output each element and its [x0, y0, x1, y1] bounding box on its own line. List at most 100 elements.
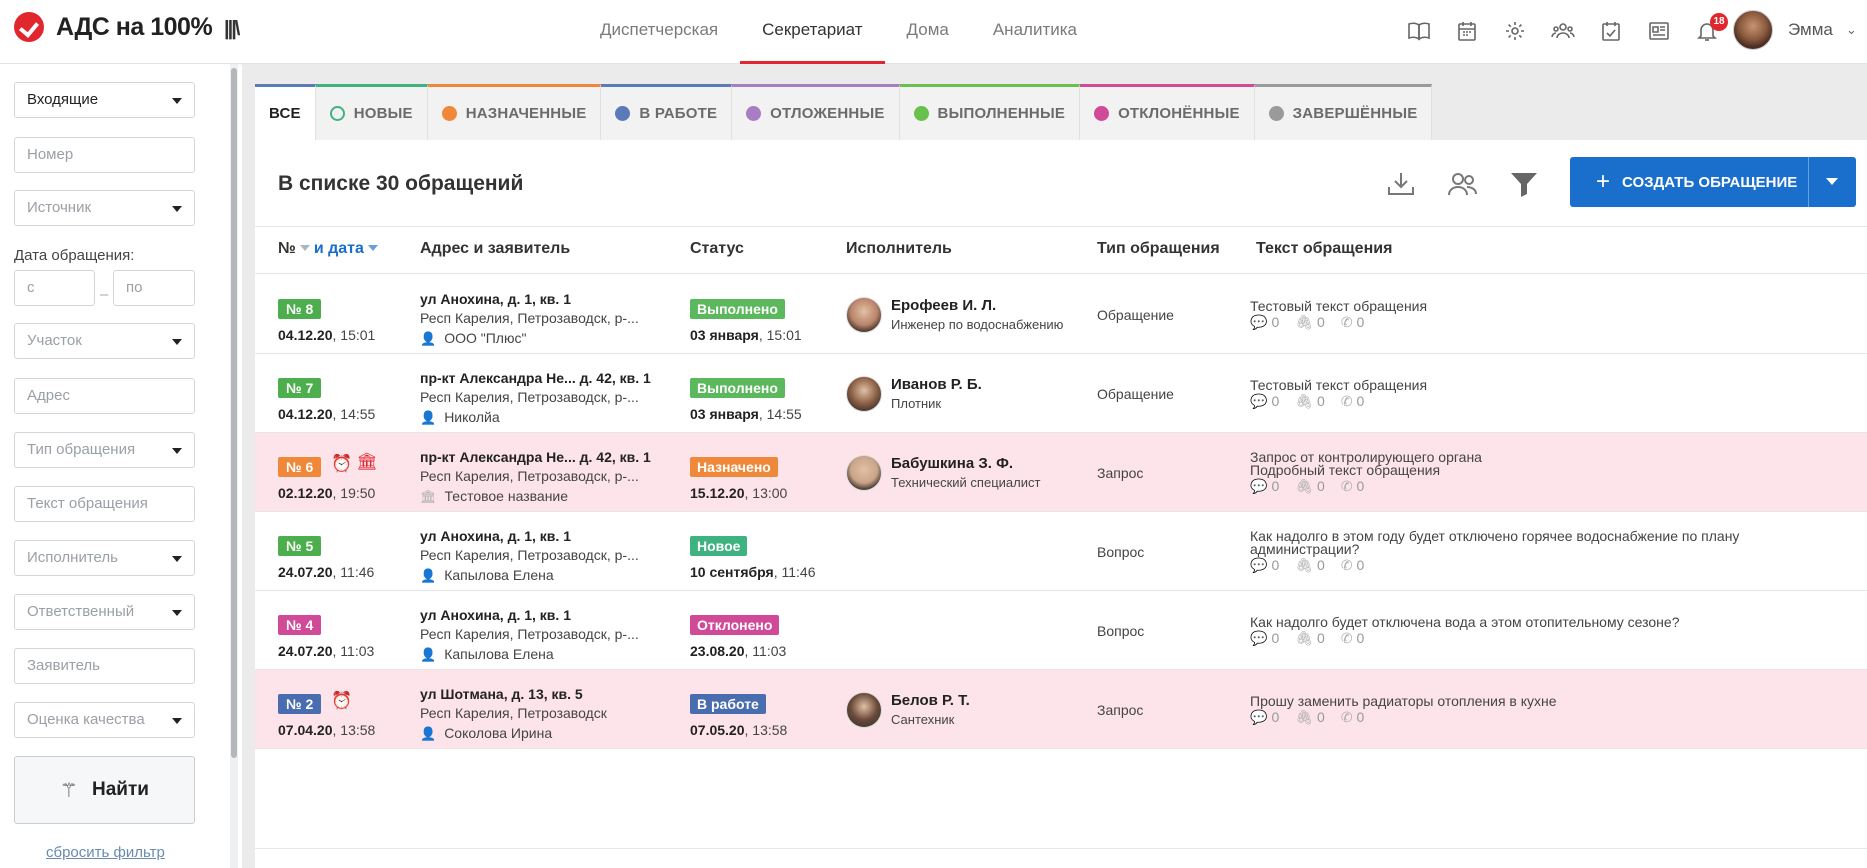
newspaper-icon[interactable] — [1635, 16, 1683, 46]
date-to-input[interactable]: по — [113, 270, 195, 306]
request-text-input[interactable]: Текст обращения — [14, 486, 195, 522]
tab-0[interactable]: ВСЕ — [255, 84, 316, 140]
calls-counter[interactable]: ✆ 0 — [1341, 478, 1365, 494]
comments-count: 0 — [1271, 557, 1280, 573]
logo[interactable]: АДС на 100% — [14, 12, 213, 42]
calls-counter[interactable]: ✆ 0 — [1341, 557, 1365, 573]
table-row[interactable]: № 8 04.12.20, 15:01 ул Анохина, д. 1, кв. … — [255, 275, 1867, 354]
tab-3[interactable]: В РАБОТЕ — [601, 84, 733, 140]
comments-counter[interactable]: 💬 0 — [1250, 478, 1279, 494]
district-select[interactable]: Участок — [14, 323, 195, 359]
comments-counter[interactable]: 💬 0 — [1250, 630, 1279, 646]
tab-1[interactable]: НОВЫЕ — [315, 84, 428, 140]
folder-select[interactable]: Входящие — [14, 82, 195, 118]
request-number-badge[interactable]: № 5 — [278, 536, 322, 556]
nav-item[interactable]: Дома — [885, 0, 971, 64]
applicant-input[interactable]: Заявитель — [14, 648, 195, 684]
comments-counter[interactable]: 💬 0 — [1250, 393, 1279, 409]
book-icon[interactable] — [1395, 16, 1443, 46]
filter-icon[interactable] — [1508, 170, 1540, 198]
sort-icon[interactable] — [299, 245, 310, 251]
comments-count: 0 — [1271, 709, 1280, 725]
source-select[interactable]: Источник — [14, 190, 195, 226]
address-input[interactable]: Адрес — [14, 378, 195, 414]
status-date-time: , 14:55 — [758, 406, 802, 422]
files-counter[interactable]: 🖇 0 — [1295, 557, 1325, 573]
number-input[interactable]: Номер — [14, 137, 195, 173]
date-from-input[interactable]: с — [14, 270, 95, 306]
library-icon[interactable]: |||\ — [224, 18, 240, 41]
bell-icon[interactable]: 18 — [1683, 13, 1731, 46]
num-date-header[interactable]: № и дата — [278, 240, 382, 258]
tab-2[interactable]: НАЗНАЧЕННЫЕ — [427, 84, 602, 140]
comments-counter[interactable]: 💬 0 — [1250, 557, 1279, 573]
files-counter[interactable]: 🖇 0 — [1295, 393, 1325, 409]
nav-item[interactable]: Аналитика — [971, 0, 1099, 64]
executor-select[interactable]: Исполнитель — [14, 540, 195, 576]
create-request-button[interactable]: + СОЗДАТЬ ОБРАЩЕНИЕ — [1570, 157, 1856, 207]
request-number-badge[interactable]: № 7 — [278, 378, 322, 398]
request-text[interactable]: Как надолго будет отключена вода а этом … — [1250, 615, 1790, 629]
request-type-select[interactable]: Тип обращения — [14, 432, 195, 468]
tab-4[interactable]: ОТЛОЖЕННЫЕ — [732, 84, 900, 140]
executor-name[interactable]: Бабушкина З. Ф. — [891, 455, 1013, 472]
tab-6[interactable]: ОТКЛОНЁННЫЕ — [1080, 84, 1255, 140]
executor-avatar[interactable] — [846, 297, 882, 333]
nav-item[interactable]: Диспетчерская — [578, 0, 740, 64]
find-button[interactable]: ⚚ Найти — [14, 756, 195, 824]
sidebar-scrollbar-thumb[interactable] — [231, 68, 237, 758]
status-date-time: , 13:00 — [744, 485, 788, 501]
gear-icon[interactable] — [1491, 16, 1539, 46]
files-counter[interactable]: 🖇 0 — [1295, 478, 1325, 494]
request-text[interactable]: Прошу заменить радиаторы отопления в кух… — [1250, 694, 1790, 708]
calls-counter[interactable]: ✆ 0 — [1341, 630, 1365, 646]
table-row[interactable]: № 7 04.12.20, 14:55 пр-кт Александра Не...… — [255, 354, 1867, 433]
table-row[interactable]: № 6 ⏰ 🏛 02.12.20, 19:50 пр-кт Александра Не.… — [255, 433, 1867, 512]
tab-7[interactable]: ЗАВЕРШЁННЫЕ — [1254, 84, 1433, 140]
caret-down-icon[interactable] — [1826, 178, 1838, 185]
executor-avatar[interactable] — [846, 455, 882, 491]
files-counter[interactable]: 🖇 0 — [1295, 314, 1325, 330]
files-counter[interactable]: 🖇 0 — [1295, 630, 1325, 646]
executor-name[interactable]: Белов Р. Т. — [891, 692, 970, 709]
calendar-icon[interactable] — [1443, 16, 1491, 46]
user-name[interactable]: Эмма — [1788, 20, 1833, 40]
request-number-badge[interactable]: № 4 — [278, 615, 322, 635]
date-dash: – — [100, 286, 109, 303]
nav-item[interactable]: Секретариат — [740, 0, 885, 64]
request-number-badge[interactable]: № 8 — [278, 299, 322, 319]
user-avatar[interactable] — [1733, 10, 1773, 50]
reset-filter-link[interactable]: сбросить фильтр — [46, 844, 165, 861]
calls-counter[interactable]: ✆ 0 — [1341, 709, 1365, 725]
executor-avatar[interactable] — [846, 692, 882, 728]
table-row[interactable]: № 4 24.07.20, 11:03 ул Анохина, д. 1, кв. … — [255, 591, 1867, 670]
executor-name[interactable]: Иванов Р. Б. — [891, 376, 982, 393]
comments-counter[interactable]: 💬 0 — [1250, 314, 1279, 330]
files-counter[interactable]: 🖇 0 — [1295, 709, 1325, 725]
request-number-badge[interactable]: № 2 — [278, 694, 322, 714]
table-row[interactable]: № 2 ⏰ 07.04.20, 13:58 ул Шотмана, д. 13, кв… — [255, 670, 1867, 749]
executor-name[interactable]: Ерофеев И. Л. — [891, 297, 996, 314]
users-icon[interactable] — [1539, 16, 1587, 46]
request-text[interactable]: Запрос от контролирующего органа Подробны… — [1250, 450, 1790, 477]
chevron-down-icon[interactable]: ⌄ — [1846, 22, 1857, 38]
executor-avatar[interactable] — [846, 376, 882, 412]
responsible-select[interactable]: Ответственный — [14, 594, 195, 630]
request-text[interactable]: Тестовый текст обращения — [1250, 378, 1790, 392]
num-header[interactable]: № — [278, 240, 296, 257]
comments-counter[interactable]: 💬 0 — [1250, 709, 1279, 725]
calls-counter[interactable]: ✆ 0 — [1341, 393, 1365, 409]
calls-counter[interactable]: ✆ 0 — [1341, 314, 1365, 330]
request-number-badge[interactable]: № 6 — [278, 457, 322, 477]
sort-icon[interactable] — [367, 245, 378, 251]
calendar-check-icon[interactable] — [1587, 16, 1635, 46]
table-row[interactable]: № 5 24.07.20, 11:46 ул Анохина, д. 1, кв. … — [255, 512, 1867, 591]
assign-users-icon[interactable] — [1447, 170, 1479, 198]
date-header[interactable]: и дата — [314, 240, 364, 257]
download-icon[interactable] — [1385, 170, 1417, 198]
tab-5[interactable]: ВЫПОЛНЕННЫЕ — [899, 84, 1081, 140]
quality-select[interactable]: Оценка качества — [14, 702, 195, 738]
comment-icon: 💬 — [1250, 557, 1268, 573]
request-text[interactable]: Тестовый текст обращения — [1250, 299, 1790, 313]
request-text[interactable]: Как надолго в этом году будет отключено … — [1250, 529, 1790, 556]
